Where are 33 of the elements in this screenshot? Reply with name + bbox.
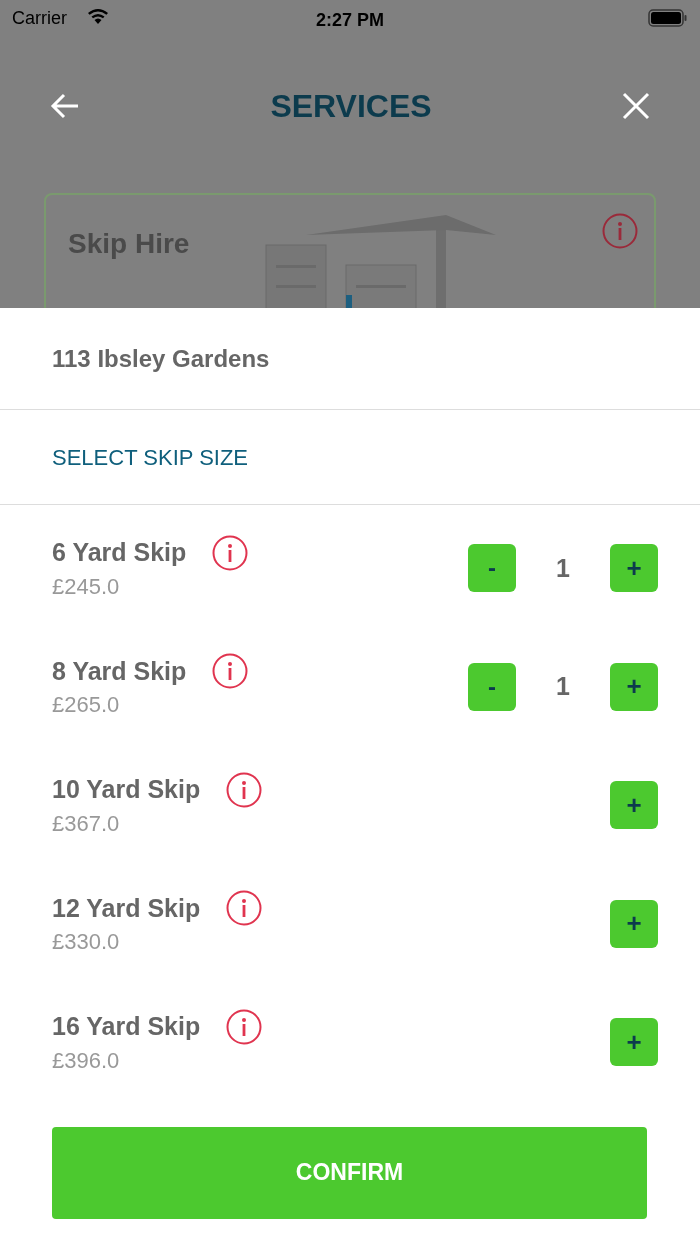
skip-price: £367.0 [52, 809, 121, 838]
skip-price: £396.0 [52, 1046, 121, 1075]
section-title: SELECT SKIP SIZE [52, 443, 249, 472]
skip-name: 16 Yard Skip [52, 1011, 201, 1042]
wifi-icon [86, 7, 110, 25]
skip-name: 10 Yard Skip [52, 774, 201, 805]
skip-name: 12 Yard Skip [52, 892, 201, 924]
page-title: SERVICES [270, 87, 432, 126]
increase-button[interactable]: + [610, 1018, 658, 1067]
increase-button[interactable]: + [610, 781, 658, 830]
skip-name: 6 Yard Skip [52, 537, 187, 568]
info-icon[interactable] [226, 771, 263, 808]
skip-price: £330.0 [52, 928, 121, 956]
increase-button[interactable]: + [610, 544, 658, 593]
skip-price: £245.0 [52, 572, 121, 601]
battery-icon [648, 9, 688, 27]
info-icon[interactable] [226, 1008, 263, 1045]
increase-button[interactable]: + [610, 899, 658, 948]
status-time: 2:27 PM [316, 9, 384, 32]
info-icon[interactable] [212, 534, 249, 571]
skip-price: £265.0 [52, 691, 121, 719]
increase-button[interactable]: + [610, 662, 658, 711]
decrease-button[interactable]: - [468, 544, 516, 593]
close-icon[interactable] [622, 92, 650, 120]
quantity-value: 1 [555, 671, 571, 702]
carrier-label: Carrier [12, 6, 67, 30]
decrease-button[interactable]: - [468, 662, 516, 711]
quantity-value: 1 [555, 552, 571, 584]
address-label: 113 Ibsley Gardens [52, 343, 270, 374]
info-icon[interactable] [212, 653, 249, 690]
back-arrow-icon[interactable] [50, 93, 80, 119]
info-icon[interactable] [226, 890, 263, 927]
skip-name: 8 Yard Skip [52, 655, 187, 687]
